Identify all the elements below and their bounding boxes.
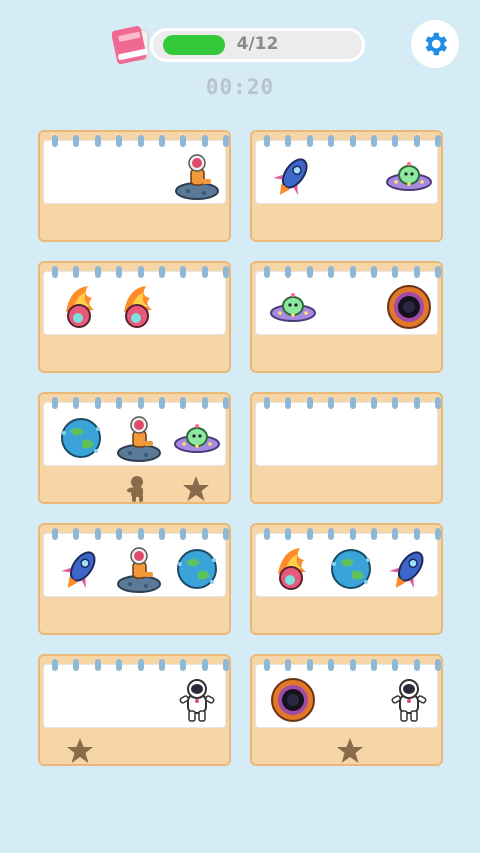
- rocket-icon[interactable]: [268, 151, 318, 201]
- card-4: [250, 261, 443, 373]
- progress-text: 4/12: [236, 34, 279, 54]
- spiral-binding: [52, 135, 229, 147]
- notebook-page: [255, 528, 441, 597]
- card-9: [38, 654, 231, 766]
- spiral-binding: [52, 528, 229, 540]
- spiral-binding: [264, 135, 441, 147]
- spiral-binding: [264, 659, 441, 671]
- astronaut-on-rock-icon[interactable]: [172, 151, 222, 201]
- notebook-page: [43, 659, 229, 728]
- planet-icon[interactable]: [56, 413, 106, 463]
- spiral-binding: [52, 659, 229, 671]
- rocket-icon[interactable]: [384, 544, 434, 594]
- notebook-page: [255, 135, 441, 204]
- card-6: [250, 392, 443, 504]
- card-1: [38, 130, 231, 242]
- card-5: [38, 392, 231, 504]
- gear-icon: [425, 32, 447, 56]
- black-hole-icon[interactable]: [268, 675, 318, 725]
- star-silhouette-icon: [65, 736, 95, 766]
- notebook-page: [255, 266, 441, 335]
- astronaut-silhouette-icon: [123, 474, 153, 504]
- spiral-binding: [264, 266, 441, 278]
- settings-button[interactable]: [411, 20, 459, 68]
- ufo-icon[interactable]: [384, 151, 434, 201]
- astronaut-on-rock-icon[interactable]: [114, 413, 164, 463]
- card-2: [250, 130, 443, 242]
- notebook-page: [43, 528, 229, 597]
- spiral-binding: [52, 266, 229, 278]
- planet-icon[interactable]: [172, 544, 222, 594]
- notebook-page: [255, 659, 441, 728]
- level-progress-bar: 4/12: [150, 28, 365, 62]
- notebook-page: [255, 397, 441, 466]
- meteor-icon[interactable]: [268, 544, 318, 594]
- ufo-icon[interactable]: [172, 413, 222, 463]
- top-bar: 4/12 00:20: [0, 0, 480, 110]
- timer: 00:20: [205, 75, 275, 99]
- meteor-icon[interactable]: [56, 282, 106, 332]
- astronaut-icon[interactable]: [384, 675, 434, 725]
- spiral-binding: [52, 397, 229, 409]
- spiral-binding: [264, 397, 441, 409]
- meteor-icon[interactable]: [114, 282, 164, 332]
- planet-icon[interactable]: [326, 544, 376, 594]
- notebook-page: [43, 135, 229, 204]
- astronaut-icon[interactable]: [172, 675, 222, 725]
- notebook-page: [43, 397, 229, 466]
- card-8: [250, 523, 443, 635]
- spiral-binding: [264, 528, 441, 540]
- star-silhouette-icon: [181, 474, 211, 504]
- ufo-icon[interactable]: [268, 282, 318, 332]
- card-10: [250, 654, 443, 766]
- star-silhouette-icon: [335, 736, 365, 766]
- black-hole-icon[interactable]: [384, 282, 434, 332]
- card-7: [38, 523, 231, 635]
- card-3: [38, 261, 231, 373]
- notebook-page: [43, 266, 229, 335]
- rocket-icon[interactable]: [56, 544, 106, 594]
- astronaut-on-rock-icon[interactable]: [114, 544, 164, 594]
